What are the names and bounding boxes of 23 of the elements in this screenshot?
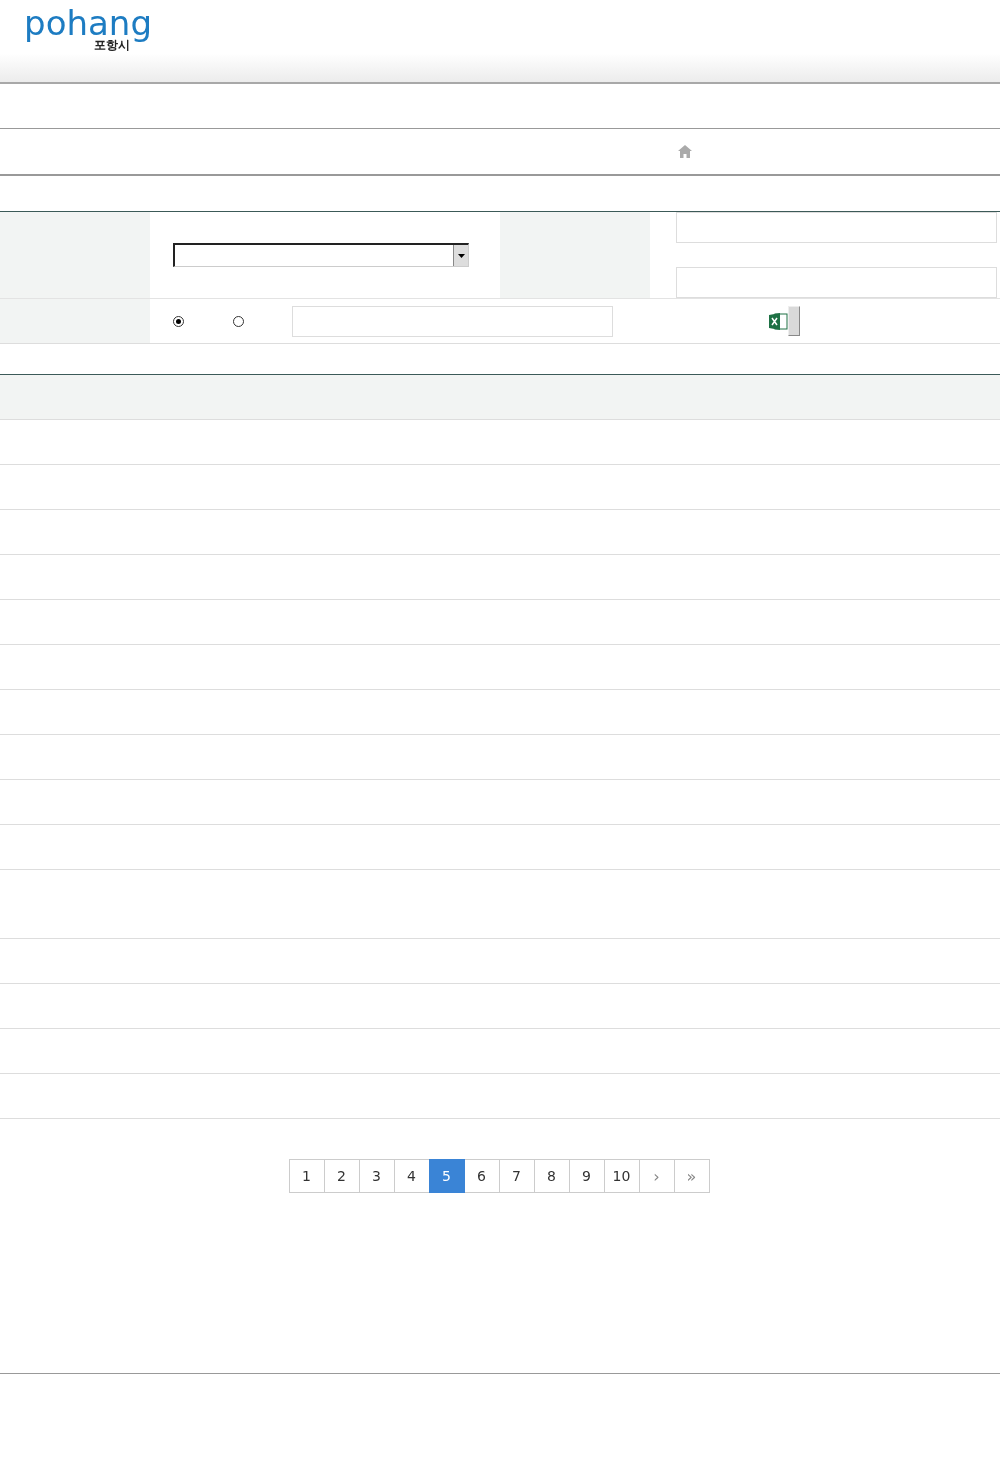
last-page-link[interactable]: » — [673, 1159, 710, 1193]
page-link[interactable]: 4 — [393, 1159, 430, 1193]
page-link[interactable]: 7 — [498, 1159, 535, 1193]
input-field[interactable] — [676, 267, 997, 298]
page-link[interactable]: 9 — [568, 1159, 605, 1193]
page-link[interactable]: 1 — [288, 1159, 325, 1193]
radio-button[interactable] — [173, 315, 184, 327]
page-link[interactable]: 2 — [323, 1159, 360, 1193]
page-link[interactable]: 6 — [463, 1159, 500, 1193]
caret-icon — [457, 253, 465, 258]
search-field[interactable] — [292, 305, 613, 337]
spreadsheet-icon[interactable] — [769, 311, 788, 331]
dropdown-select[interactable] — [173, 243, 469, 267]
logo[interactable]: pohang 포항시 — [10, 8, 152, 52]
page-link[interactable]: 8 — [533, 1159, 570, 1193]
radio-button[interactable] — [233, 315, 244, 327]
page-link[interactable]: 3 — [358, 1159, 395, 1193]
page-link[interactable]: 5 — [428, 1159, 465, 1193]
next-page-link[interactable]: › — [638, 1159, 675, 1193]
export-button[interactable] — [788, 306, 800, 336]
home-icon[interactable] — [678, 145, 692, 158]
input-field[interactable] — [676, 212, 997, 243]
page-link[interactable]: 10 — [603, 1159, 640, 1193]
